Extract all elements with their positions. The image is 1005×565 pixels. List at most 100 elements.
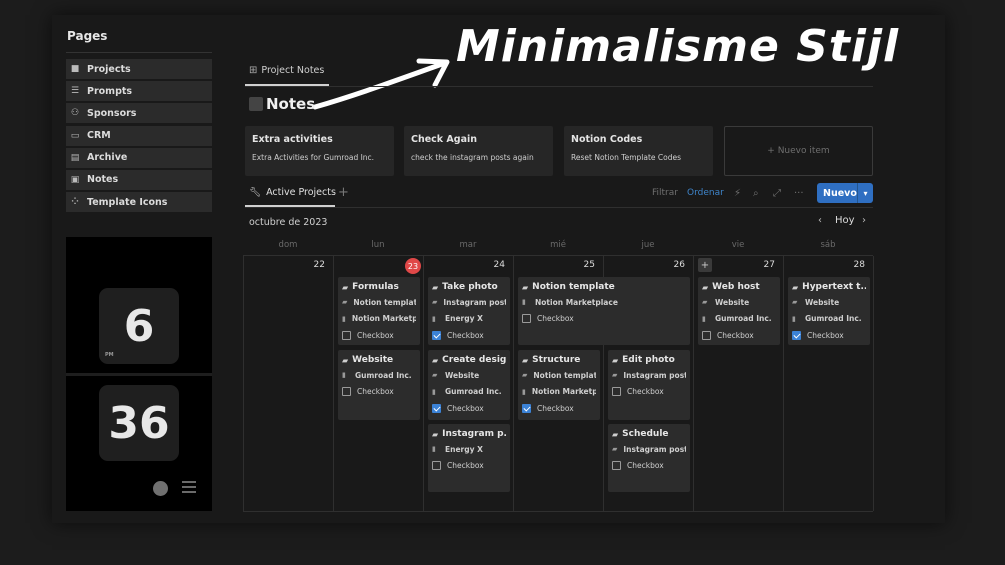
note-icon — [249, 97, 263, 111]
day-number: 25 — [583, 260, 595, 270]
clock-separator — [66, 373, 212, 376]
database-icon: ▮ — [702, 314, 706, 323]
event-card-website[interactable]: ▰ Website ▮ Gumroad Inc. Checkbox — [338, 350, 420, 420]
today-button[interactable]: Hoy — [835, 215, 855, 226]
clock-widget: 6 PM 36 — [66, 237, 212, 511]
expand-icon[interactable]: ⤢ — [773, 188, 781, 199]
event-checkbox-row: Checkbox — [342, 327, 416, 344]
new-item-button[interactable]: + Nuevo item — [724, 126, 873, 176]
event-card-schedule[interactable]: ▰ Schedule ▰ Instagram post Checkbox — [608, 424, 690, 492]
sidebar-item-template-icons[interactable]: ⁘ Template Icons — [66, 192, 212, 213]
folder-icon: ▰ — [612, 371, 618, 380]
property-value: Notion template — [533, 370, 596, 380]
sort-button[interactable]: Ordenar — [687, 188, 724, 198]
checkbox[interactable] — [702, 330, 711, 340]
clock-minute-value: 36 — [108, 397, 170, 449]
event-card-edit-photo[interactable]: ▰ Edit photo ▰ Instagram post Checkbox — [608, 350, 690, 420]
event-checkbox-row: Checkbox — [612, 458, 686, 475]
sidebar-item-prompts[interactable]: ☰ Prompts — [66, 81, 212, 102]
event-checkbox-row: Checkbox — [792, 327, 866, 344]
gallery-card[interactable]: Extra activities Extra Activities for Gum… — [245, 126, 394, 176]
gallery-card[interactable]: Check Again check the instagram posts aga… — [404, 126, 553, 176]
event-card-take-photo[interactable]: ▰ Take photo ▰ Instagram post ▮ Energy X Ch… — [428, 277, 510, 345]
chevron-right-icon[interactable]: › — [862, 215, 866, 226]
event-title: ▰ Formulas — [342, 280, 416, 294]
database-icon: ▮ — [432, 445, 436, 454]
event-card-web-host[interactable]: ▰ Web host ▰ Website ▮ Gumroad Inc. Checkbo… — [698, 277, 780, 345]
event-checkbox-row: Checkbox — [342, 384, 416, 401]
weekday-label: vie — [731, 240, 745, 250]
event-card-instagram-post[interactable]: ▰Instagram p... ▮ Energy X Checkbox — [428, 424, 510, 492]
checkbox[interactable] — [522, 314, 531, 324]
checkbox[interactable] — [342, 387, 351, 397]
event-property: ▮ Gumroad Inc. — [702, 311, 776, 328]
event-card-create-design[interactable]: ▰ Create design ▰ Website ▮ Gumroad Inc. Ch… — [428, 350, 510, 420]
add-view-button[interactable]: + — [338, 185, 349, 200]
weekday-label: mié — [550, 240, 566, 250]
checkbox[interactable] — [432, 461, 441, 471]
checkbox-label: Checkbox — [357, 330, 394, 340]
folder-icon: ▰ — [342, 298, 348, 307]
sidebar-item-label: Notes — [87, 174, 119, 186]
folder-icon: ▰ — [342, 282, 349, 292]
folder-icon: ▰ — [432, 371, 438, 380]
filter-button[interactable]: Filtrar — [652, 188, 678, 198]
property-value: Website — [805, 297, 840, 307]
checkbox-checked[interactable] — [432, 330, 441, 340]
event-property: ▮ Notion Marketpla — [342, 311, 416, 328]
database-icon: ▮ — [432, 314, 436, 323]
checkbox-label: Checkbox — [627, 387, 664, 397]
checkbox[interactable] — [612, 387, 621, 397]
folder-icon: ■ — [70, 64, 80, 74]
checkbox[interactable] — [612, 461, 621, 471]
event-title-text: Instagram p... — [442, 429, 506, 439]
checkbox-checked[interactable] — [792, 330, 801, 340]
search-icon[interactable]: ⌕ — [753, 188, 759, 199]
new-button[interactable]: Nuevo ▾ — [817, 183, 873, 203]
folder-icon: ▰ — [522, 355, 529, 365]
divider — [245, 86, 873, 87]
event-property: ▮ Gumroad Inc. — [432, 384, 506, 401]
day-cell[interactable]: 22 — [244, 256, 334, 511]
checkbox-checked[interactable] — [432, 403, 441, 413]
sidebar-item-archive[interactable]: ▤ Archive — [66, 147, 212, 168]
event-title-text: Hypertext t... — [802, 282, 866, 292]
chevron-left-icon[interactable]: ‹ — [818, 215, 822, 226]
card-title: Extra activities — [252, 134, 333, 145]
chevron-down-icon[interactable]: ▾ — [857, 183, 873, 203]
folder-icon: ▰ — [342, 355, 349, 365]
weekday-label: jue — [641, 240, 655, 250]
event-checkbox-row: Checkbox — [432, 327, 506, 344]
more-icon[interactable]: ··· — [794, 188, 804, 199]
sidebar-item-projects[interactable]: ■ Projects — [66, 59, 212, 79]
sidebar-item-sponsors[interactable]: ⚇ Sponsors — [66, 103, 212, 124]
folder-icon: ▰ — [612, 355, 619, 365]
event-card-structure[interactable]: ▰ Structure ▰ Notion template ▮ Notion Mark… — [518, 350, 600, 420]
annotation-title: Minimalisme Stijl — [456, 21, 900, 72]
folder-icon: ▰ — [432, 355, 439, 365]
tab-project-notes[interactable]: ⊞ Project Notes — [249, 65, 324, 76]
event-card-notion-template[interactable]: ▰ Notion template ▮ Notion Marketplace Che… — [518, 277, 690, 345]
sidebar-item-notes[interactable]: ▣ Notes — [66, 169, 212, 190]
checkbox[interactable] — [342, 330, 351, 340]
lightning-icon[interactable]: ⚡︎ — [734, 188, 741, 199]
day-number: 26 — [673, 260, 685, 270]
property-value: Gumroad Inc. — [355, 370, 412, 380]
database-icon: ▮ — [522, 298, 526, 307]
tab-active-projects[interactable]: 🔧︎ Active Projects — [249, 187, 336, 198]
add-event-button[interactable]: + — [698, 258, 712, 272]
event-title-text: Edit photo — [622, 355, 675, 365]
checkbox-checked[interactable] — [522, 403, 531, 413]
event-card-hypertext[interactable]: ▰ Hypertext t... ▰ Website ▮ Gumroad Inc. C… — [788, 277, 870, 345]
sidebar-item-label: Prompts — [87, 85, 133, 97]
weekday-label: lun — [371, 240, 385, 250]
gallery-card[interactable]: Notion Codes Reset Notion Template Codes — [564, 126, 713, 176]
menu-icon[interactable] — [182, 481, 196, 493]
clock-theme-dot[interactable] — [153, 481, 168, 496]
sidebar-item-crm[interactable]: ▭ CRM — [66, 125, 212, 146]
event-card-formulas[interactable]: ▰ Formulas ▰ Notion template ▮ Notion Marke… — [338, 277, 420, 345]
clock-ampm: PM — [105, 352, 114, 358]
event-property: ▮ Gumroad Inc. — [342, 367, 416, 384]
list-icon: ☰ — [70, 86, 80, 97]
event-title: ▰ Edit photo — [612, 353, 686, 367]
